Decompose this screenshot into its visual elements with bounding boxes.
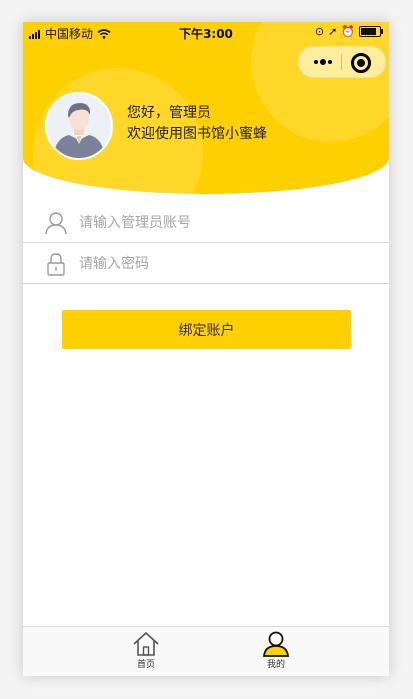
tab-mine[interactable]: 我的 <box>246 627 306 676</box>
avatar <box>45 92 113 160</box>
user-icon <box>263 631 289 657</box>
password-input[interactable] <box>77 251 371 277</box>
account-field <box>23 202 389 243</box>
rotation-lock-icon: ⊙ <box>314 25 325 38</box>
avatar-image <box>53 103 105 158</box>
greeting-block: 您好，管理员 欢迎使用图书馆小蜜蜂 <box>127 103 267 145</box>
battery-icon <box>359 26 383 37</box>
miniprogram-capsule <box>298 46 386 78</box>
bind-account-button[interactable]: 绑定账户 <box>62 310 351 349</box>
tab-mine-label: 我的 <box>266 660 285 670</box>
phone-screen: 中国移动 下午3:00 ⊙ ➚ ⏰ 您好，管理员 欢迎使用图书馆小蜜蜂 请输入管… <box>23 22 389 676</box>
tab-bar: 首页 我的 <box>23 626 389 676</box>
alarm-icon: ⏰ <box>341 25 355 38</box>
status-bar: 中国移动 下午3:00 ⊙ ➚ ⏰ <box>23 22 389 42</box>
password-field <box>23 243 389 284</box>
location-icon: ➚ <box>328 25 338 38</box>
tab-home[interactable]: 首页 <box>116 627 176 676</box>
close-miniprogram-icon[interactable] <box>351 53 371 73</box>
status-right: ⊙ ➚ ⏰ <box>314 25 383 38</box>
account-input[interactable] <box>77 210 371 236</box>
home-icon <box>133 632 159 656</box>
capsule-divider <box>341 54 342 70</box>
tab-home-label: 首页 <box>136 660 155 670</box>
more-icon[interactable] <box>307 47 339 77</box>
user-icon <box>45 212 67 235</box>
lock-icon <box>47 253 65 276</box>
greeting-text: 您好，管理员 <box>127 105 211 121</box>
welcome-text: 欢迎使用图书馆小蜜蜂 <box>127 126 267 142</box>
